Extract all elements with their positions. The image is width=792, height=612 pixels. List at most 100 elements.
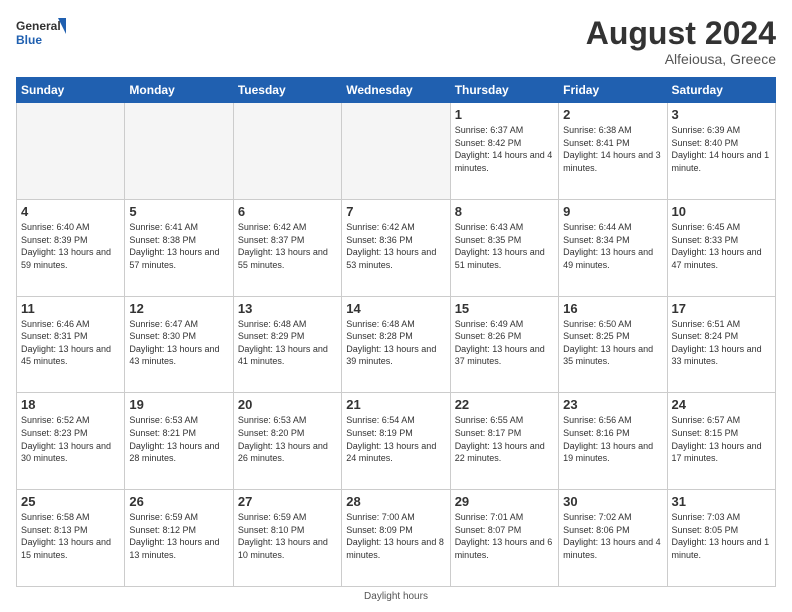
table-row: 7 Sunrise: 6:42 AMSunset: 8:36 PMDayligh… [342, 199, 450, 296]
table-row: 11 Sunrise: 6:46 AMSunset: 8:31 PMDaylig… [17, 296, 125, 393]
table-row: 9 Sunrise: 6:44 AMSunset: 8:34 PMDayligh… [559, 199, 667, 296]
day-number: 17 [672, 301, 771, 316]
header-tuesday: Tuesday [233, 78, 341, 103]
day-info: Sunrise: 6:49 AMSunset: 8:26 PMDaylight:… [455, 319, 545, 367]
day-info: Sunrise: 6:45 AMSunset: 8:33 PMDaylight:… [672, 222, 762, 270]
day-info: Sunrise: 6:48 AMSunset: 8:28 PMDaylight:… [346, 319, 436, 367]
location: Alfeiousa, Greece [586, 51, 776, 67]
table-row: 20 Sunrise: 6:53 AMSunset: 8:20 PMDaylig… [233, 393, 341, 490]
table-row: 13 Sunrise: 6:48 AMSunset: 8:29 PMDaylig… [233, 296, 341, 393]
day-number: 4 [21, 204, 120, 219]
table-row: 5 Sunrise: 6:41 AMSunset: 8:38 PMDayligh… [125, 199, 233, 296]
day-number: 19 [129, 397, 228, 412]
day-number: 12 [129, 301, 228, 316]
logo-svg: General Blue [16, 16, 66, 52]
header-wednesday: Wednesday [342, 78, 450, 103]
day-number: 18 [21, 397, 120, 412]
day-info: Sunrise: 6:51 AMSunset: 8:24 PMDaylight:… [672, 319, 762, 367]
header-monday: Monday [125, 78, 233, 103]
day-number: 7 [346, 204, 445, 219]
month-year: August 2024 [586, 16, 776, 51]
table-row: 23 Sunrise: 6:56 AMSunset: 8:16 PMDaylig… [559, 393, 667, 490]
table-row: 31 Sunrise: 7:03 AMSunset: 8:05 PMDaylig… [667, 490, 775, 587]
table-row: 8 Sunrise: 6:43 AMSunset: 8:35 PMDayligh… [450, 199, 558, 296]
footer-note: Daylight hours [16, 591, 776, 602]
table-row: 16 Sunrise: 6:50 AMSunset: 8:25 PMDaylig… [559, 296, 667, 393]
logo: General Blue [16, 16, 66, 52]
day-info: Sunrise: 6:53 AMSunset: 8:21 PMDaylight:… [129, 415, 219, 463]
day-info: Sunrise: 6:46 AMSunset: 8:31 PMDaylight:… [21, 319, 111, 367]
table-row: 24 Sunrise: 6:57 AMSunset: 8:15 PMDaylig… [667, 393, 775, 490]
svg-text:Blue: Blue [16, 33, 42, 47]
table-row: 15 Sunrise: 6:49 AMSunset: 8:26 PMDaylig… [450, 296, 558, 393]
day-info: Sunrise: 6:42 AMSunset: 8:37 PMDaylight:… [238, 222, 328, 270]
table-row: 22 Sunrise: 6:55 AMSunset: 8:17 PMDaylig… [450, 393, 558, 490]
day-number: 25 [21, 494, 120, 509]
day-number: 2 [563, 107, 662, 122]
day-info: Sunrise: 6:37 AMSunset: 8:42 PMDaylight:… [455, 125, 553, 173]
day-number: 8 [455, 204, 554, 219]
table-row: 3 Sunrise: 6:39 AMSunset: 8:40 PMDayligh… [667, 103, 775, 200]
table-row: 1 Sunrise: 6:37 AMSunset: 8:42 PMDayligh… [450, 103, 558, 200]
title-block: August 2024 Alfeiousa, Greece [586, 16, 776, 67]
week-row-3: 11 Sunrise: 6:46 AMSunset: 8:31 PMDaylig… [17, 296, 776, 393]
day-info: Sunrise: 6:48 AMSunset: 8:29 PMDaylight:… [238, 319, 328, 367]
table-row: 27 Sunrise: 6:59 AMSunset: 8:10 PMDaylig… [233, 490, 341, 587]
day-number: 15 [455, 301, 554, 316]
day-number: 1 [455, 107, 554, 122]
table-row: 29 Sunrise: 7:01 AMSunset: 8:07 PMDaylig… [450, 490, 558, 587]
table-row: 18 Sunrise: 6:52 AMSunset: 8:23 PMDaylig… [17, 393, 125, 490]
day-number: 28 [346, 494, 445, 509]
table-row [125, 103, 233, 200]
day-info: Sunrise: 6:57 AMSunset: 8:15 PMDaylight:… [672, 415, 762, 463]
day-number: 11 [21, 301, 120, 316]
day-info: Sunrise: 7:02 AMSunset: 8:06 PMDaylight:… [563, 512, 661, 560]
page: General Blue August 2024 Alfeiousa, Gree… [0, 0, 792, 612]
day-number: 31 [672, 494, 771, 509]
day-number: 22 [455, 397, 554, 412]
day-info: Sunrise: 6:52 AMSunset: 8:23 PMDaylight:… [21, 415, 111, 463]
table-row: 28 Sunrise: 7:00 AMSunset: 8:09 PMDaylig… [342, 490, 450, 587]
table-row: 30 Sunrise: 7:02 AMSunset: 8:06 PMDaylig… [559, 490, 667, 587]
day-info: Sunrise: 6:50 AMSunset: 8:25 PMDaylight:… [563, 319, 653, 367]
table-row: 25 Sunrise: 6:58 AMSunset: 8:13 PMDaylig… [17, 490, 125, 587]
table-row: 6 Sunrise: 6:42 AMSunset: 8:37 PMDayligh… [233, 199, 341, 296]
day-info: Sunrise: 6:42 AMSunset: 8:36 PMDaylight:… [346, 222, 436, 270]
header-sunday: Sunday [17, 78, 125, 103]
day-info: Sunrise: 6:55 AMSunset: 8:17 PMDaylight:… [455, 415, 545, 463]
day-info: Sunrise: 6:39 AMSunset: 8:40 PMDaylight:… [672, 125, 770, 173]
day-number: 9 [563, 204, 662, 219]
weekday-header-row: Sunday Monday Tuesday Wednesday Thursday… [17, 78, 776, 103]
day-info: Sunrise: 6:58 AMSunset: 8:13 PMDaylight:… [21, 512, 111, 560]
svg-text:General: General [16, 19, 61, 33]
day-number: 13 [238, 301, 337, 316]
table-row [17, 103, 125, 200]
day-info: Sunrise: 6:56 AMSunset: 8:16 PMDaylight:… [563, 415, 653, 463]
table-row: 19 Sunrise: 6:53 AMSunset: 8:21 PMDaylig… [125, 393, 233, 490]
table-row: 12 Sunrise: 6:47 AMSunset: 8:30 PMDaylig… [125, 296, 233, 393]
day-info: Sunrise: 6:59 AMSunset: 8:12 PMDaylight:… [129, 512, 219, 560]
week-row-4: 18 Sunrise: 6:52 AMSunset: 8:23 PMDaylig… [17, 393, 776, 490]
day-number: 5 [129, 204, 228, 219]
day-number: 20 [238, 397, 337, 412]
day-number: 6 [238, 204, 337, 219]
calendar-table: Sunday Monday Tuesday Wednesday Thursday… [16, 77, 776, 587]
table-row: 2 Sunrise: 6:38 AMSunset: 8:41 PMDayligh… [559, 103, 667, 200]
table-row [233, 103, 341, 200]
day-info: Sunrise: 6:59 AMSunset: 8:10 PMDaylight:… [238, 512, 328, 560]
day-info: Sunrise: 6:40 AMSunset: 8:39 PMDaylight:… [21, 222, 111, 270]
day-info: Sunrise: 6:38 AMSunset: 8:41 PMDaylight:… [563, 125, 661, 173]
day-number: 24 [672, 397, 771, 412]
day-number: 14 [346, 301, 445, 316]
day-number: 21 [346, 397, 445, 412]
header-saturday: Saturday [667, 78, 775, 103]
day-number: 30 [563, 494, 662, 509]
day-info: Sunrise: 7:01 AMSunset: 8:07 PMDaylight:… [455, 512, 553, 560]
table-row [342, 103, 450, 200]
week-row-1: 1 Sunrise: 6:37 AMSunset: 8:42 PMDayligh… [17, 103, 776, 200]
day-number: 10 [672, 204, 771, 219]
header-friday: Friday [559, 78, 667, 103]
week-row-5: 25 Sunrise: 6:58 AMSunset: 8:13 PMDaylig… [17, 490, 776, 587]
day-number: 16 [563, 301, 662, 316]
header: General Blue August 2024 Alfeiousa, Gree… [16, 16, 776, 67]
